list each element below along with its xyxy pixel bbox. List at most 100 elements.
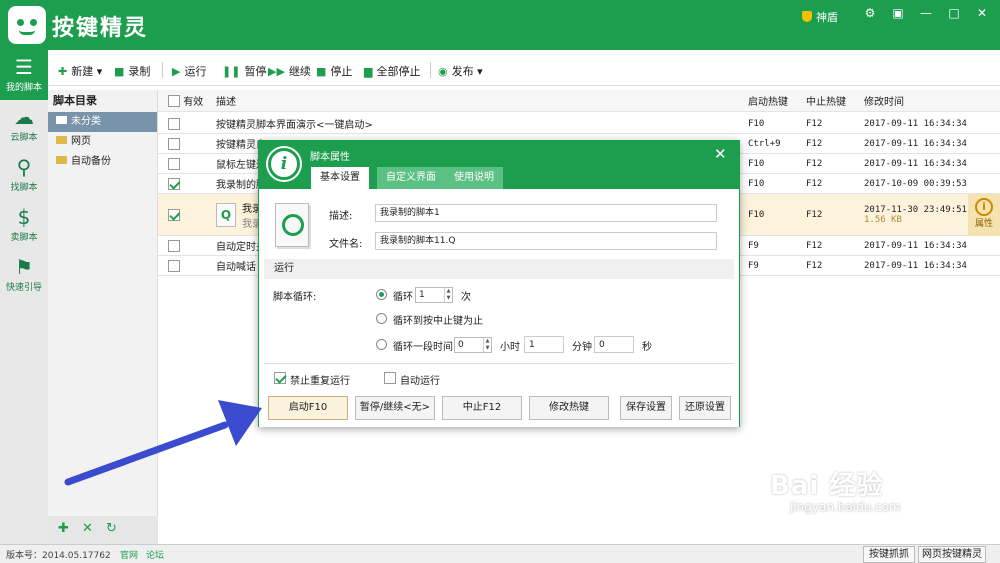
select-all-checkbox[interactable] [168,94,180,107]
delete-folder-icon[interactable]: ✕ [82,521,93,536]
row-time: 2017-09-11 16:34:34 [864,118,967,129]
stop-icon: ■ [316,65,327,78]
new-button[interactable]: ✚ 新建 ▾ [58,63,102,79]
enabled-checkbox[interactable] [168,259,180,272]
loop-period-label: 循环一段时间 [393,342,453,353]
restore-settings-button[interactable]: 还原设置 [679,396,731,420]
stop-button[interactable]: ■ 停止 [316,63,352,79]
row-stop-key: F12 [806,260,823,271]
tab-basic-settings[interactable]: 基本设置 [311,167,369,189]
table-row[interactable]: 按键精灵脚本界面演示<一键启动> F10 F12 2017-09-11 16:3… [158,114,1000,134]
header-desc[interactable]: 描述 [216,90,236,111]
hours-stepper[interactable]: 0 ▲ ▼ [454,337,492,353]
add-folder-icon[interactable]: ✚ [58,521,69,536]
row-checkbox[interactable] [168,114,180,133]
stop-f12-button[interactable]: 中止F12 [442,396,522,420]
sidebar-item-sell[interactable]: $ 卖脚本 [0,200,48,250]
auto-run-checkbox[interactable] [384,372,396,384]
close-icon[interactable]: ✕ [714,145,727,163]
camera-icon: ■ [114,65,125,78]
seconds-field[interactable]: 0 [594,336,634,353]
folder-auto-backup[interactable]: 自动备份 [48,152,157,172]
info-icon: i [268,148,300,180]
times-unit: 次 [461,292,471,303]
pause-button[interactable]: ❚❚ 暂停 [222,63,266,79]
script-file-icon: Q [216,202,236,227]
loop-until-stop-radio[interactable] [376,313,387,324]
run-button[interactable]: ▶ 运行 [172,63,206,79]
filename-label: 文件名: [329,239,363,250]
header-stop-key[interactable]: 中止热键 [806,90,846,111]
close-button[interactable]: ✕ [972,6,992,22]
loop-count-stepper[interactable]: 1 ▲ ▼ [415,287,453,303]
enabled-checkbox[interactable] [168,239,180,252]
capture-tool-button[interactable]: 按键抓抓 [863,546,915,563]
tab-instructions[interactable]: 使用说明 [445,167,503,189]
row-checkbox[interactable] [168,154,180,173]
record-label: 录制 [128,65,151,78]
row-time: 2017-09-11 16:34:34 [864,240,967,251]
dialog-header: i 脚本属性 ✕ 基本设置 自定义界面 使用说明 [259,141,739,189]
enabled-checkbox[interactable] [168,157,180,170]
loop-radio[interactable] [376,289,387,300]
folder-icon [56,136,67,144]
refresh-icon[interactable]: ↻ [106,521,117,536]
enabled-checkbox[interactable] [168,137,180,150]
row-time: 2017-09-11 16:34:34 [864,138,967,149]
enabled-checkbox[interactable] [168,117,180,130]
resume-button[interactable]: ▶▶ 继续 [268,63,311,79]
skin-icon[interactable]: ▣ [888,6,908,22]
sidebar-item-cloud[interactable]: ☁ 云脚本 [0,100,48,150]
start-button[interactable]: 启动F10 [268,396,348,420]
sidebar-item-my-scripts[interactable]: ☰ 我的脚本 [0,50,48,100]
row-checkbox[interactable] [168,174,180,193]
cloud-icon: ☁ [14,105,34,129]
row-checkbox[interactable] [168,256,180,275]
stop-all-icon: ▆ [364,65,373,78]
sidebar-item-find[interactable]: ⚲ 找脚本 [0,150,48,200]
maximize-button[interactable]: □ [944,6,964,22]
settings-icon[interactable]: ⚙ [860,6,880,22]
baidu-watermark: Bai 经验 [770,471,884,501]
web-anjian-button[interactable]: 网页按键精灵 [918,546,986,563]
properties-label: 属性 [974,219,993,229]
publish-icon: ◉ [438,65,448,78]
enabled-checkbox[interactable] [168,208,180,221]
hours-value: 0 [458,340,464,350]
header-enabled[interactable]: 有效 [168,90,203,111]
desc-field[interactable]: 我录制的脚本1 [375,204,717,222]
folder-web[interactable]: 网页 [48,132,157,152]
modify-hotkey-button[interactable]: 修改热键 [529,396,609,420]
row-checkbox[interactable] [168,134,180,153]
folder-uncategorized[interactable]: 未分类 [48,112,157,132]
tab-custom-ui[interactable]: 自定义界面 [377,167,445,189]
sidebar-item-guide[interactable]: ⚑ 快速引导 [0,250,48,300]
no-repeat-checkbox[interactable] [274,372,286,384]
header-start-key[interactable]: 启动热键 [748,90,788,111]
header-modified[interactable]: 修改时间 [864,90,904,111]
user-badge[interactable]: 神盾 [802,9,838,25]
stepper-arrows-icon[interactable]: ▲ ▼ [444,288,452,302]
row-checkbox[interactable] [168,194,180,235]
record-button[interactable]: ■ 录制 [114,63,150,79]
row-checkbox[interactable] [168,236,180,255]
minutes-field[interactable]: 1 [524,336,564,353]
loop-period-radio[interactable] [376,339,387,350]
pause-resume-button[interactable]: 暂停/继续<无> [355,396,435,420]
stop-all-button[interactable]: ▆ 全部停止 [364,63,420,79]
properties-button[interactable]: i 属性 [968,194,1000,236]
publish-label: 发布 [451,65,474,78]
official-site-link[interactable]: 官网 [120,548,138,561]
script-properties-dialog: i 脚本属性 ✕ 基本设置 自定义界面 使用说明 描述: 我录制的脚本1 文件名… [258,140,740,427]
forum-link[interactable]: 论坛 [146,548,164,561]
stepper-arrows-icon[interactable]: ▲ ▼ [483,338,491,352]
filename-field[interactable]: 我录制的脚本11.Q [375,232,717,250]
row-desc: 按键精灵脚本界面演示<一键启动> [216,120,373,131]
minimize-button[interactable]: — [916,6,936,22]
loop-until-stop-label: 循环到按中止键为止 [393,316,483,327]
publish-button[interactable]: ◉ 发布 ▾ [438,63,483,79]
save-settings-button[interactable]: 保存设置 [620,396,672,420]
play-icon: ▶ [172,65,181,78]
baidu-watermark-url: jingyan.baidu.com [790,500,901,514]
enabled-checkbox[interactable] [168,177,180,190]
